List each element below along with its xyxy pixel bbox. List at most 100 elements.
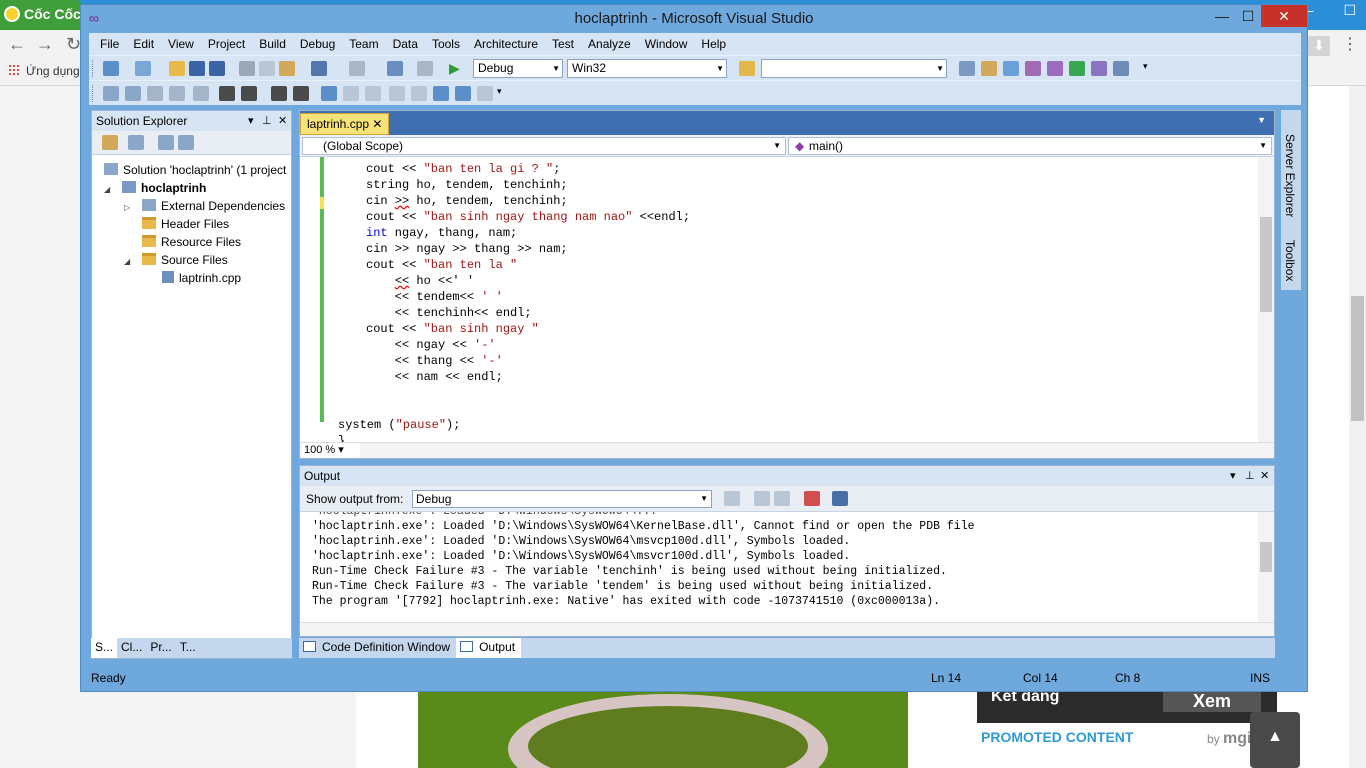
tree-header-files[interactable]: Header Files xyxy=(142,215,229,233)
previous-bookmark-in-folder-icon[interactable] xyxy=(389,86,405,101)
tree-file-laptrinh[interactable]: laptrinh.cpp xyxy=(162,269,241,287)
close-icon[interactable]: ✕ xyxy=(1260,466,1269,486)
display-parameter-info-icon[interactable] xyxy=(125,86,141,101)
output-text[interactable]: 'hoclaptrinh.exe': Loaded 'D:\Windows\Sy… xyxy=(300,512,1258,622)
paste-icon[interactable] xyxy=(279,61,295,76)
solution-configuration-select[interactable]: Debug ▼ xyxy=(473,59,563,78)
menu-view[interactable]: View xyxy=(161,37,201,51)
browser-scroll-thumb[interactable] xyxy=(1351,296,1364,421)
output-scroll-thumb[interactable] xyxy=(1260,542,1272,572)
toolbar-grip[interactable] xyxy=(92,60,95,77)
find-combo[interactable]: ▼ xyxy=(761,59,947,78)
code-area[interactable]: cout << "ban ten la gi ? "; string ho, te… xyxy=(300,157,1258,443)
bookmark-apps[interactable]: Ứng dụng xyxy=(8,64,80,78)
ad-view-button[interactable]: Xem xyxy=(1163,692,1261,712)
clear-bookmarks-icon[interactable] xyxy=(477,86,493,101)
menu-edit[interactable]: Edit xyxy=(126,37,161,51)
navigate-forward-icon[interactable] xyxy=(417,61,433,76)
next-bookmark-in-folder-icon[interactable] xyxy=(411,86,427,101)
indent-icon[interactable] xyxy=(241,86,257,101)
tree-project[interactable]: hoclaptrinh xyxy=(122,179,206,197)
properties-icon[interactable] xyxy=(981,61,997,76)
cut-icon[interactable] xyxy=(239,61,255,76)
view-class-diagram-icon[interactable] xyxy=(158,135,174,150)
tab-solution-explorer[interactable]: S... xyxy=(91,638,118,658)
minimize-button[interactable]: — xyxy=(1209,5,1235,27)
tree-external-dependencies[interactable]: External Dependencies xyxy=(142,197,285,215)
download-icon[interactable]: ⬇ xyxy=(1308,36,1330,56)
editor-vscrollbar[interactable] xyxy=(1258,157,1274,443)
expand-icon[interactable]: ▷ xyxy=(124,203,130,212)
tab-code-definition-window[interactable]: Code Definition Window xyxy=(299,638,456,658)
extension-manager-icon[interactable] xyxy=(1047,61,1063,76)
start-page-icon[interactable] xyxy=(1069,61,1085,76)
output-vscrollbar[interactable] xyxy=(1258,512,1274,622)
zoom-select[interactable]: 100 % ▾ xyxy=(302,443,360,458)
output-source-select[interactable]: Debug ▼ xyxy=(412,490,712,508)
view-property-manager-icon[interactable] xyxy=(178,135,194,150)
solution-platform-select[interactable]: Win32 ▼ xyxy=(567,59,727,78)
scroll-to-top-button[interactable]: ▲ xyxy=(1250,712,1300,768)
solution-explorer-icon[interactable] xyxy=(959,61,975,76)
toolbar-overflow-icon[interactable]: ▾ xyxy=(1143,61,1159,76)
close-icon[interactable]: ✕ xyxy=(278,111,287,131)
properties-icon[interactable] xyxy=(102,135,118,150)
close-button[interactable]: ✕ xyxy=(1261,5,1307,27)
next-bookmark-icon[interactable] xyxy=(365,86,381,101)
menu-debug[interactable]: Debug xyxy=(293,37,342,51)
pin-icon[interactable]: ⊥ xyxy=(1245,466,1255,486)
menu-architecture[interactable]: Architecture xyxy=(467,37,545,51)
show-all-files-icon[interactable] xyxy=(128,135,144,150)
toggle-word-wrap-icon[interactable] xyxy=(832,491,848,506)
go-to-previous-message-icon[interactable] xyxy=(754,491,770,506)
pin-icon[interactable]: ⊥ xyxy=(262,111,272,131)
collapse-icon[interactable]: ◢ xyxy=(104,185,110,194)
tree-source-files[interactable]: Source Files xyxy=(142,251,228,269)
collapse-icon[interactable]: ◢ xyxy=(124,257,130,266)
previous-bookmark-icon[interactable] xyxy=(343,86,359,101)
undo-icon[interactable] xyxy=(311,61,327,76)
forward-icon[interactable]: → xyxy=(36,34,54,55)
object-browser-icon[interactable] xyxy=(1003,61,1019,76)
menu-build[interactable]: Build xyxy=(252,37,293,51)
output-hscrollbar[interactable] xyxy=(300,622,1274,636)
menu-data[interactable]: Data xyxy=(386,37,425,51)
menu-tools[interactable]: Tools xyxy=(425,37,467,51)
scope-select[interactable]: (Global Scope) ▼ xyxy=(302,137,786,155)
tab-property-manager[interactable]: Pr... xyxy=(146,638,175,658)
browser-scrollbar[interactable] xyxy=(1349,86,1366,768)
previous-bookmark-in-document-icon[interactable] xyxy=(433,86,449,101)
save-icon[interactable] xyxy=(189,61,205,76)
command-window-icon[interactable] xyxy=(1113,61,1129,76)
reload-icon[interactable]: ↻ xyxy=(66,34,81,55)
uncomment-icon[interactable] xyxy=(293,86,309,101)
editor-scroll-thumb[interactable] xyxy=(1260,217,1272,312)
decrease-indent-icon[interactable] xyxy=(193,86,209,101)
menu-help[interactable]: Help xyxy=(694,37,733,51)
menu-analyze[interactable]: Analyze xyxy=(581,37,638,51)
browser-menu-icon[interactable]: ⋮ xyxy=(1342,34,1358,54)
tree-resource-files[interactable]: Resource Files xyxy=(142,233,241,251)
toolbox-tab[interactable]: Toolbox xyxy=(1283,240,1297,281)
tab-team-explorer[interactable]: T... xyxy=(176,638,200,658)
save-all-icon[interactable] xyxy=(209,61,225,76)
navigate-backward-icon[interactable] xyxy=(387,61,403,76)
back-icon[interactable]: ← xyxy=(8,34,26,55)
menu-team[interactable]: Team xyxy=(342,37,385,51)
close-tab-icon[interactable]: ✕ xyxy=(372,117,382,131)
browser-tab[interactable]: Cốc Cốc xyxy=(0,0,82,30)
outdent-icon[interactable] xyxy=(219,86,235,101)
server-explorer-tab[interactable]: Server Explorer xyxy=(1283,134,1297,217)
tab-class-view[interactable]: Cl... xyxy=(117,638,146,658)
tree-solution[interactable]: Solution 'hoclaptrinh' (1 project xyxy=(104,161,286,179)
window-position-icon[interactable]: ▾ xyxy=(248,111,254,131)
active-files-dropdown-icon[interactable]: ▼ xyxy=(1257,115,1266,125)
menu-window[interactable]: Window xyxy=(638,37,695,51)
comment-out-icon[interactable] xyxy=(271,86,287,101)
clear-all-icon[interactable] xyxy=(804,491,820,506)
display-object-member-list-icon[interactable] xyxy=(103,86,119,101)
open-file-icon[interactable] xyxy=(169,61,185,76)
start-debugging-icon[interactable]: ▶ xyxy=(449,61,465,76)
display-quick-info-icon[interactable] xyxy=(147,86,163,101)
copy-icon[interactable] xyxy=(259,61,275,76)
